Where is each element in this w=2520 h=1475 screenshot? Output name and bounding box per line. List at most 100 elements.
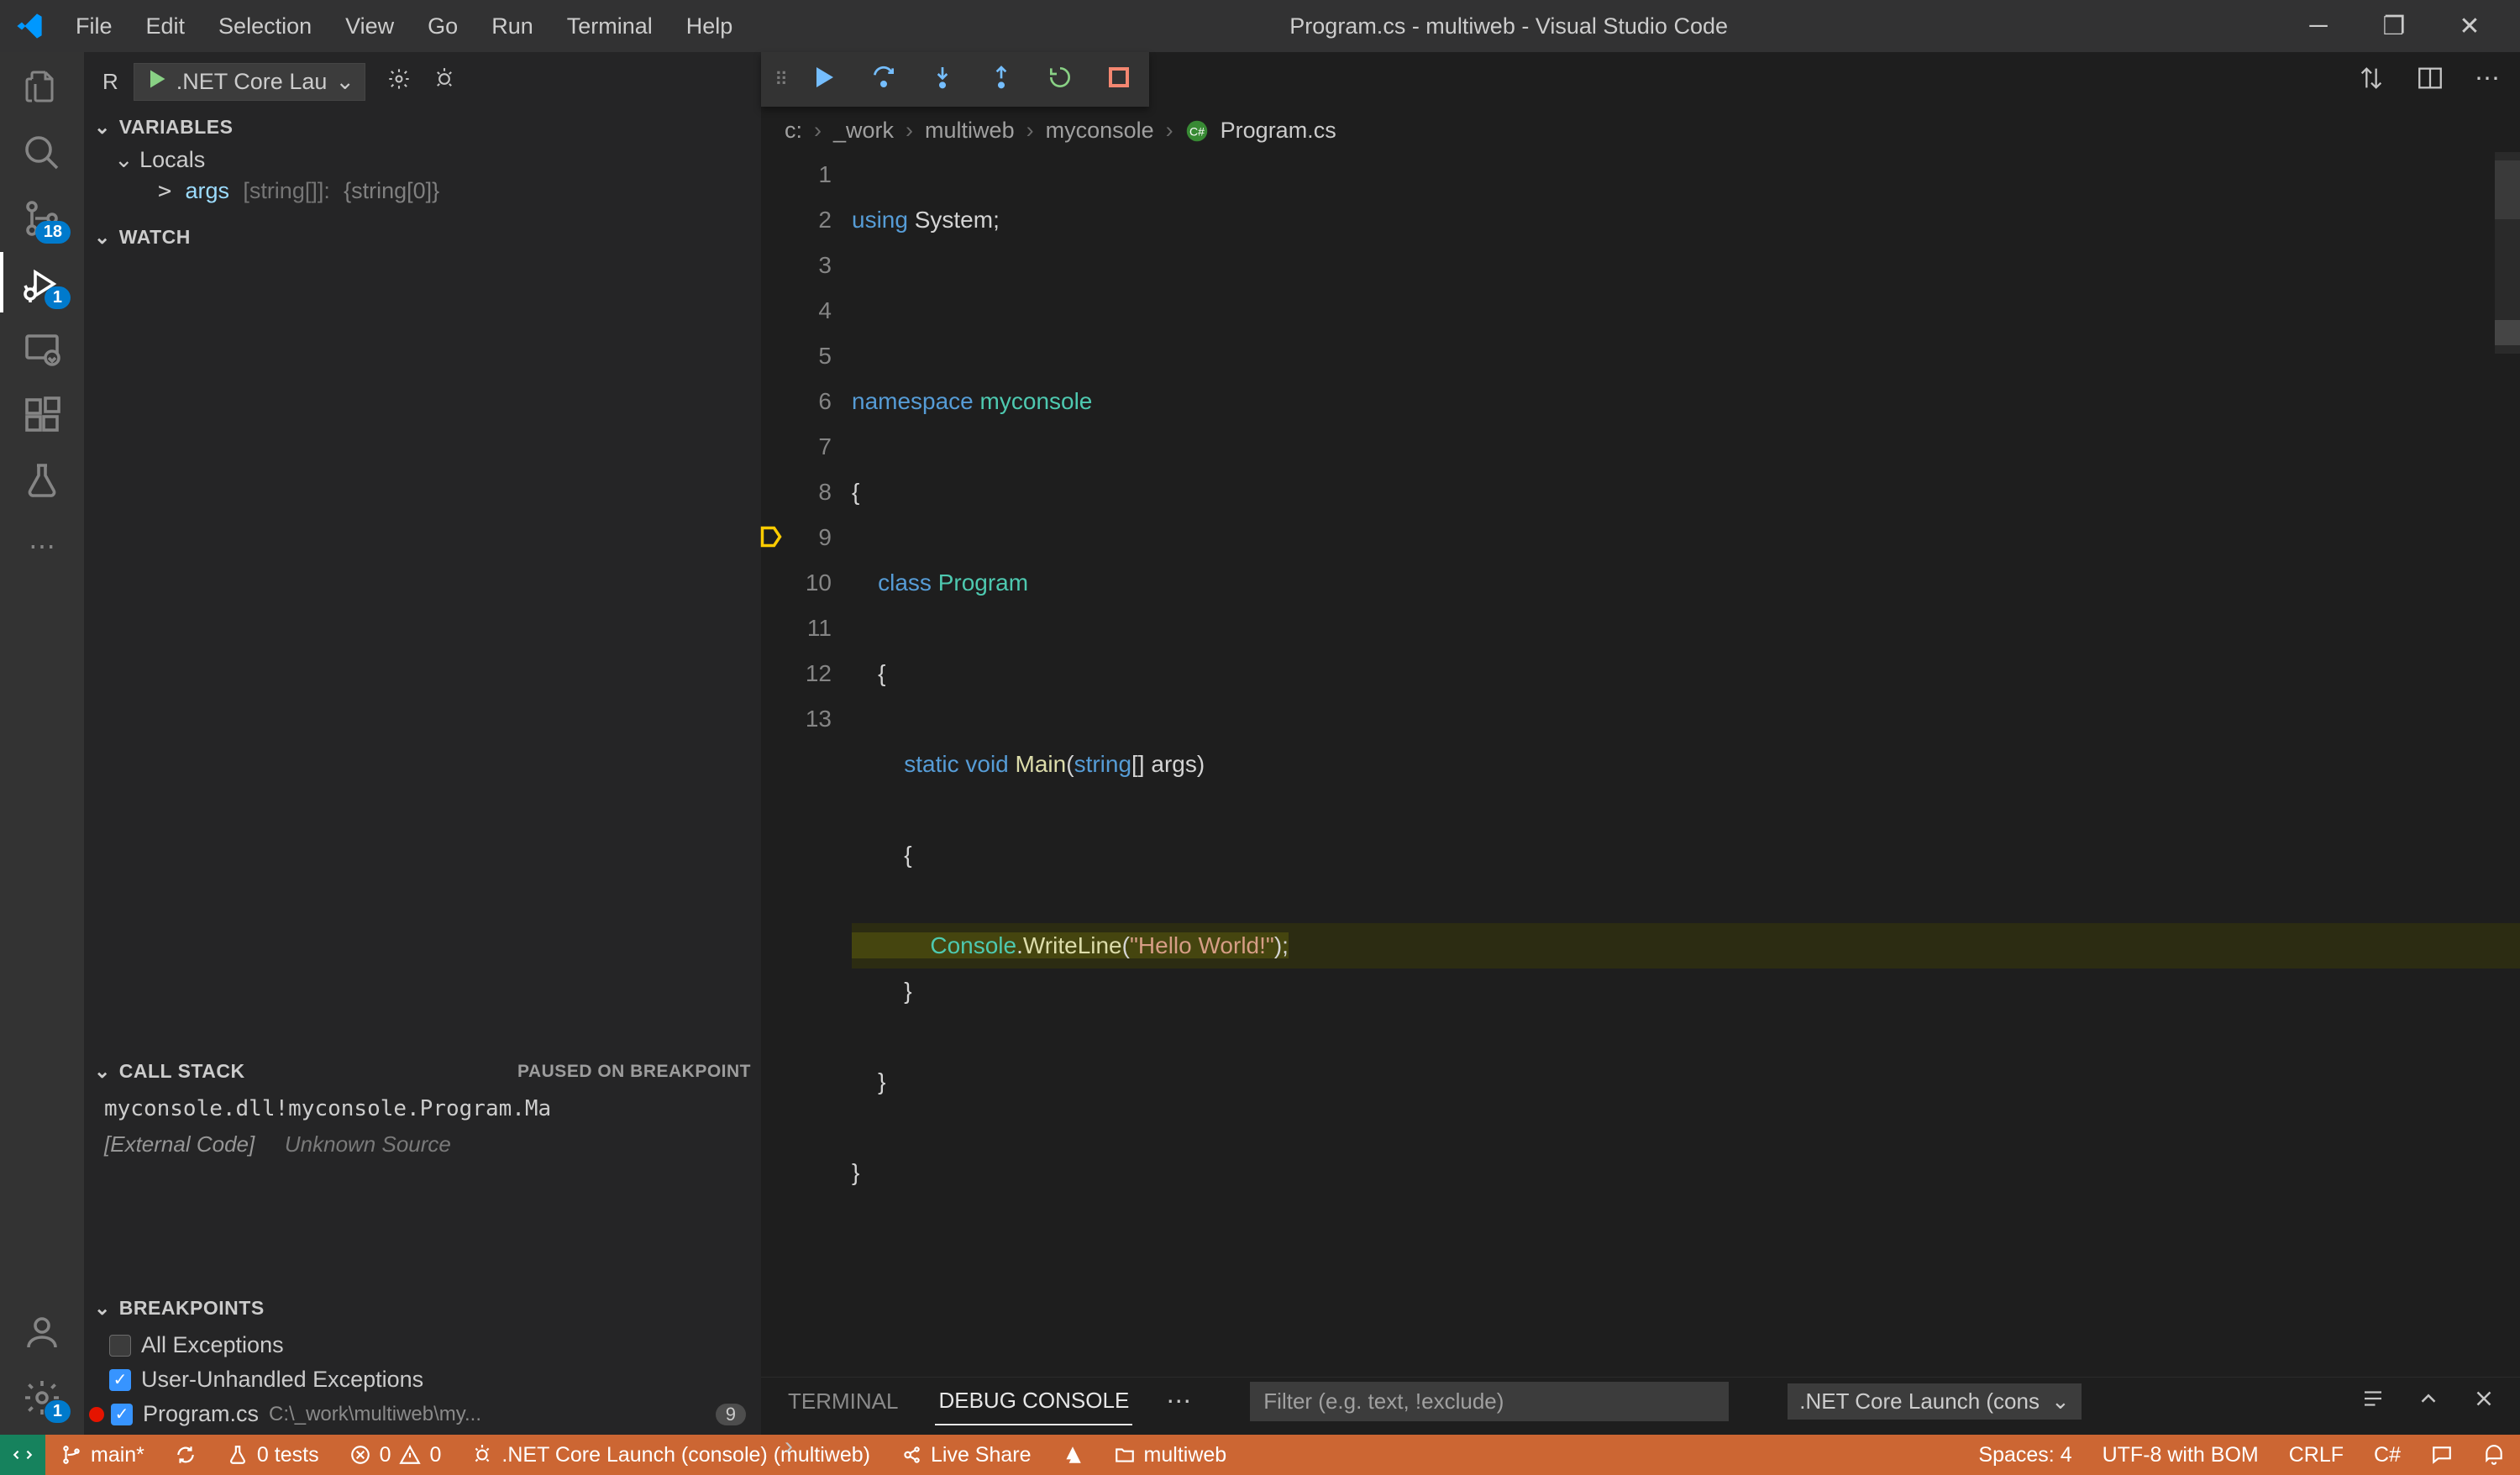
source-control-icon[interactable]: 18 [22,198,62,239]
debug-console-icon[interactable] [433,67,456,97]
step-into-button[interactable] [926,60,959,98]
debug-session-select[interactable]: .NET Core Launch (cons ⌄ [1788,1383,2081,1420]
tab-terminal[interactable]: TERMINAL [785,1388,901,1415]
checkbox-unchecked-icon[interactable] [109,1335,131,1357]
svg-text:C#: C# [1189,124,1205,138]
problems-status[interactable]: 0 0 [334,1435,457,1475]
git-branch[interactable]: main* [45,1435,160,1475]
code-editor[interactable]: 123 456 789 101112 13 using System; name… [761,152,2520,1377]
panel: TERMINAL DEBUG CONSOLE ⋯ Filter (e.g. te… [761,1377,2520,1435]
branch-name: main* [91,1443,144,1467]
checkbox-checked-icon[interactable]: ✓ [109,1369,131,1391]
locals-scope[interactable]: ⌄ Locals [84,147,761,173]
run-debug-icon[interactable]: 1 [22,264,62,304]
bp-user-unhandled[interactable]: ✓ User-Unhandled Exceptions [84,1362,761,1397]
bp-file[interactable]: ✓ Program.cs C:\_work\multiweb\my... 9 [84,1397,761,1431]
panel-more-icon[interactable]: ⋯ [1166,1387,1191,1416]
stop-button[interactable] [1102,60,1136,98]
vscode-logo-icon [0,11,59,41]
sidebar-header: R .NET Core Lau ⌄ [84,52,761,111]
breadcrumb[interactable]: c:› _work› multiweb› myconsole› C# Progr… [761,101,2520,152]
tab-debug-console[interactable]: DEBUG CONSOLE [935,1388,1132,1425]
chevron-down-icon: ⌄ [114,147,134,172]
clear-console-icon[interactable] [2360,1386,2386,1417]
menu-run[interactable]: Run [475,13,550,39]
remote-indicator[interactable] [0,1435,45,1475]
menu-go[interactable]: Go [411,13,475,39]
crumb[interactable]: myconsole [1046,118,1154,144]
drag-grip-icon[interactable]: ⠿ [774,69,783,91]
watch-title: WATCH [119,226,191,249]
crumb[interactable]: c: [785,118,802,144]
watch-header[interactable]: ⌄ WATCH [84,221,761,254]
window-title: Program.cs - multiweb - Visual Studio Co… [749,13,2268,39]
variable-args[interactable]: > args [string[]]: {string[0]} [84,173,761,209]
gear-icon[interactable] [387,67,411,97]
editor-actions: ⋯ [2357,64,2500,97]
line-numbers: 123 456 789 101112 13 [795,152,852,1377]
external-code-label: [External Code] [104,1131,255,1157]
testing-icon[interactable] [22,460,62,501]
restart-button[interactable] [1043,60,1077,98]
variables-header[interactable]: ⌄ VARIABLES [84,111,761,144]
debug-toolbar[interactable]: ⠿ [761,52,1149,107]
menu-file[interactable]: File [59,13,129,39]
bp-label: User-Unhandled Exceptions [141,1367,423,1393]
settings-icon[interactable]: 1 [22,1378,62,1418]
crumb[interactable]: multiweb [925,118,1015,144]
menu-help[interactable]: Help [669,13,750,39]
close-panel-icon[interactable] [2471,1386,2496,1417]
bp-file-label: Program.cs [143,1401,259,1427]
search-icon[interactable] [22,133,62,173]
menubar: File Edit Selection View Go Run Terminal… [59,13,749,39]
scm-badge: 18 [35,221,71,244]
debug-console-output[interactable]: tem.Private.CoreLib.dll'. Skipped loadin… [761,1425,2520,1432]
bp-line-badge: 9 [716,1404,746,1425]
filter-input[interactable]: Filter (e.g. text, !exclude) [1250,1382,1729,1421]
checkbox-checked-icon[interactable]: ✓ [111,1404,133,1425]
crumb-file[interactable]: Program.cs [1221,118,1336,144]
maximize-button[interactable]: ❐ [2377,12,2411,41]
callstack-header[interactable]: ⌄ CALL STACK PAUSED ON BREAKPOINT [84,1055,761,1088]
chevron-down-icon: ⌄ [94,116,111,139]
minimize-button[interactable]: ─ [2302,12,2335,41]
menu-terminal[interactable]: Terminal [550,13,669,39]
step-out-button[interactable] [984,60,1018,98]
close-button[interactable]: ✕ [2453,12,2486,41]
explorer-icon[interactable] [22,67,62,108]
console-input-prompt[interactable]: › [761,1432,2520,1469]
minimap[interactable] [2495,152,2520,354]
collapse-panel-icon[interactable] [2416,1386,2441,1417]
breakpoints-header[interactable]: ⌄ BREAKPOINTS [84,1292,761,1325]
split-editor-icon[interactable] [2416,64,2444,97]
extensions-icon[interactable] [22,395,62,435]
var-value: {string[0]} [344,178,439,203]
compare-changes-icon[interactable] [2357,64,2386,97]
launch-config-name: .NET Core Lau [176,69,328,95]
menu-edit[interactable]: Edit [129,13,202,39]
debug-badge: 1 [45,286,71,309]
current-line-marker-icon [759,518,783,564]
launch-config-select[interactable]: .NET Core Lau ⌄ [134,63,365,101]
menu-view[interactable]: View [328,13,411,39]
step-over-button[interactable] [867,60,900,98]
more-actions-icon[interactable]: ⋯ [2475,64,2500,97]
code-content[interactable]: using System; namespace myconsole { clas… [852,152,2520,1377]
callstack-title: CALL STACK [119,1060,245,1083]
continue-button[interactable] [808,60,842,98]
more-icon[interactable]: ⋯ [22,526,62,566]
menu-selection[interactable]: Selection [202,13,328,39]
crumb[interactable]: _work [833,118,894,144]
stackframe-external[interactable]: [External Code] Unknown Source [84,1126,761,1163]
remote-explorer-icon[interactable] [22,329,62,370]
window-controls: ─ ❐ ✕ [2268,12,2520,41]
warning-count: 0 [429,1443,441,1467]
stackframe-0[interactable]: myconsole.dll!myconsole.Program.Ma [84,1091,761,1126]
sync-button[interactable] [160,1435,212,1475]
var-name: args [186,178,230,203]
tests-status[interactable]: 0 tests [212,1435,334,1475]
settings-badge: 1 [45,1400,71,1423]
bp-all-exceptions[interactable]: All Exceptions [84,1328,761,1362]
accounts-icon[interactable] [22,1312,62,1352]
activity-bar: 18 1 ⋯ 1 [0,52,84,1435]
